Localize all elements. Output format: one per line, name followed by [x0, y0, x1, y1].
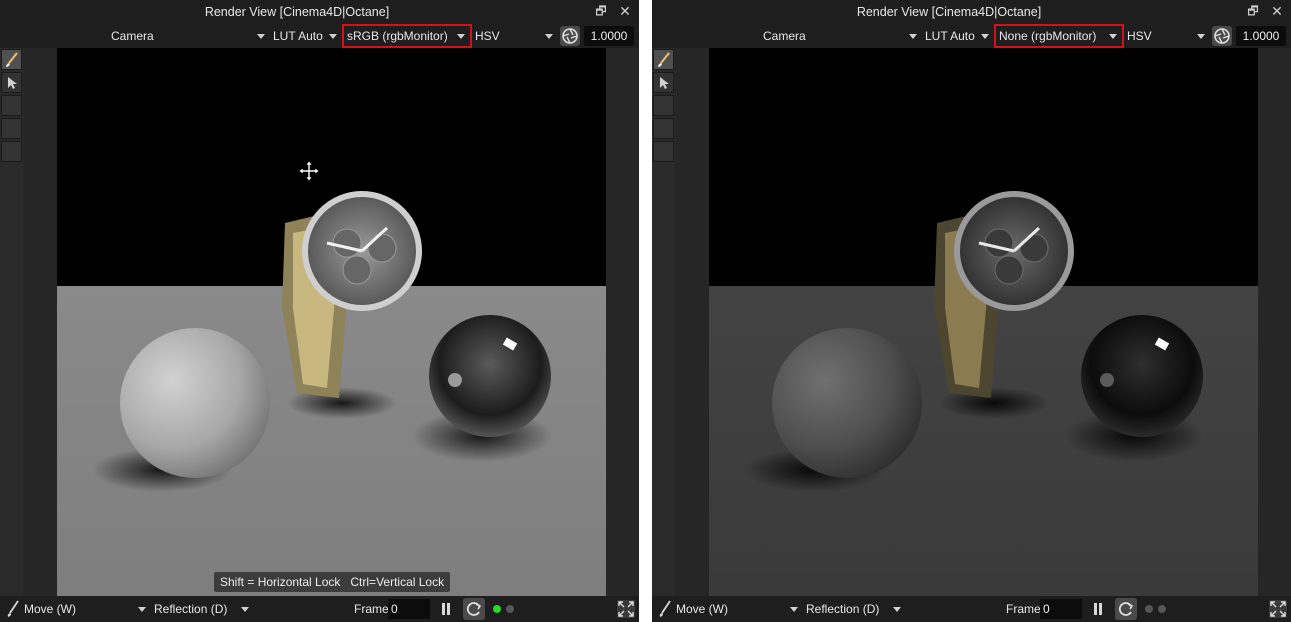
exposure-value-input[interactable]: 1.0000 [584, 26, 634, 46]
restore-icon[interactable]: 🗗 [1245, 3, 1261, 19]
brush-icon[interactable] [653, 49, 674, 70]
tool-mode-dropdown[interactable]: Move (W) [24, 600, 76, 618]
colorspace-dropdown[interactable]: None (rgbMonitor) [994, 24, 1124, 48]
render-pass-dropdown[interactable]: Reflection (D) [154, 600, 227, 618]
chevron-down-icon [329, 34, 337, 39]
frame-input[interactable]: 0 [1040, 599, 1082, 619]
tool-slot[interactable] [653, 118, 674, 139]
refresh-icon[interactable] [1115, 598, 1137, 620]
pointer-icon[interactable] [1, 72, 22, 93]
render-pass-dropdown[interactable]: Reflection (D) [806, 600, 879, 618]
status-dot-active [1145, 605, 1153, 613]
render-viewport[interactable] [57, 48, 606, 596]
chevron-down-icon [457, 34, 465, 39]
chevron-down-icon [1109, 34, 1117, 39]
pause-icon[interactable] [1093, 603, 1103, 615]
aperture-icon[interactable] [1212, 26, 1232, 46]
tool-slot[interactable] [1, 95, 22, 116]
tool-slot[interactable] [1, 118, 22, 139]
lut-dropdown[interactable]: LUT Auto [270, 26, 342, 46]
bottom-bar: Move (W) Reflection (D) Frame 0 [0, 596, 639, 622]
tool-slot[interactable] [653, 95, 674, 116]
exposure-value-input[interactable]: 1.0000 [1236, 26, 1286, 46]
camera-label: Camera [111, 29, 154, 43]
move-cursor-icon [298, 160, 320, 182]
lock-hint-tooltip: Shift = Horizontal Lock Ctrl=Vertical Lo… [214, 572, 451, 592]
lut-label: LUT Auto [925, 29, 975, 43]
tool-mode-dropdown[interactable]: Move (W) [676, 600, 728, 618]
camera-dropdown[interactable]: Camera [108, 26, 270, 46]
chevron-down-icon[interactable] [790, 607, 798, 612]
fullscreen-icon[interactable] [1269, 600, 1287, 618]
status-dot [1158, 605, 1166, 613]
chevron-down-icon[interactable] [241, 607, 249, 612]
chevron-down-icon [1197, 34, 1205, 39]
brush-icon[interactable] [1, 49, 22, 70]
render-view-panel-left: Render View [Cinema4D|Octane] 🗗 ✕ Camera… [0, 0, 639, 622]
aperture-icon[interactable] [560, 26, 580, 46]
chevron-down-icon[interactable] [893, 607, 901, 612]
pause-icon[interactable] [441, 603, 451, 615]
camera-dropdown[interactable]: Camera [760, 26, 922, 46]
status-dot [506, 605, 514, 613]
lut-label: LUT Auto [273, 29, 323, 43]
frame-label: Frame [1006, 602, 1041, 616]
render-toolbar: Camera LUT Auto None (rgbMonitor) HSV 1.… [652, 24, 1291, 48]
tool-sidebar [652, 48, 675, 596]
title-bar[interactable]: Render View [Cinema4D|Octane] 🗗 ✕ [652, 0, 1291, 24]
window-title: Render View [Cinema4D|Octane] [856, 5, 1042, 19]
lut-dropdown[interactable]: LUT Auto [922, 26, 994, 46]
render-viewport[interactable] [709, 48, 1258, 596]
tool-slot[interactable] [653, 141, 674, 162]
render-toolbar: Camera LUT Auto sRGB (rgbMonitor) HSV 1.… [0, 24, 639, 48]
color-mode-label: HSV [1127, 29, 1152, 43]
render-view-panel-right: Render View [Cinema4D|Octane] 🗗 ✕ Camera… [652, 0, 1291, 622]
color-mode-label: HSV [475, 29, 500, 43]
close-icon[interactable]: ✕ [1269, 3, 1285, 19]
brush-icon [659, 600, 671, 617]
close-icon[interactable]: ✕ [617, 3, 633, 19]
window-title: Render View [Cinema4D|Octane] [204, 5, 390, 19]
chevron-down-icon [257, 34, 265, 39]
title-bar[interactable]: Render View [Cinema4D|Octane] 🗗 ✕ [0, 0, 639, 24]
colorspace-dropdown[interactable]: sRGB (rgbMonitor) [342, 24, 472, 48]
fullscreen-icon[interactable] [617, 600, 635, 618]
frame-label: Frame [354, 602, 389, 616]
camera-label: Camera [763, 29, 806, 43]
bottom-bar: Move (W) Reflection (D) Frame 0 [652, 596, 1291, 622]
tool-sidebar [0, 48, 23, 596]
chevron-down-icon [909, 34, 917, 39]
color-mode-dropdown[interactable]: HSV [472, 26, 558, 46]
brush-icon [7, 600, 19, 617]
colorspace-label: None (rgbMonitor) [999, 29, 1097, 43]
status-dot-active [493, 605, 501, 613]
colorspace-label: sRGB (rgbMonitor) [347, 29, 448, 43]
frame-input[interactable]: 0 [388, 599, 430, 619]
chevron-down-icon [545, 34, 553, 39]
chevron-down-icon[interactable] [138, 607, 146, 612]
refresh-icon[interactable] [463, 598, 485, 620]
restore-icon[interactable]: 🗗 [593, 3, 609, 19]
pointer-icon[interactable] [653, 72, 674, 93]
chevron-down-icon [981, 34, 989, 39]
tool-slot[interactable] [1, 141, 22, 162]
color-mode-dropdown[interactable]: HSV [1124, 26, 1210, 46]
